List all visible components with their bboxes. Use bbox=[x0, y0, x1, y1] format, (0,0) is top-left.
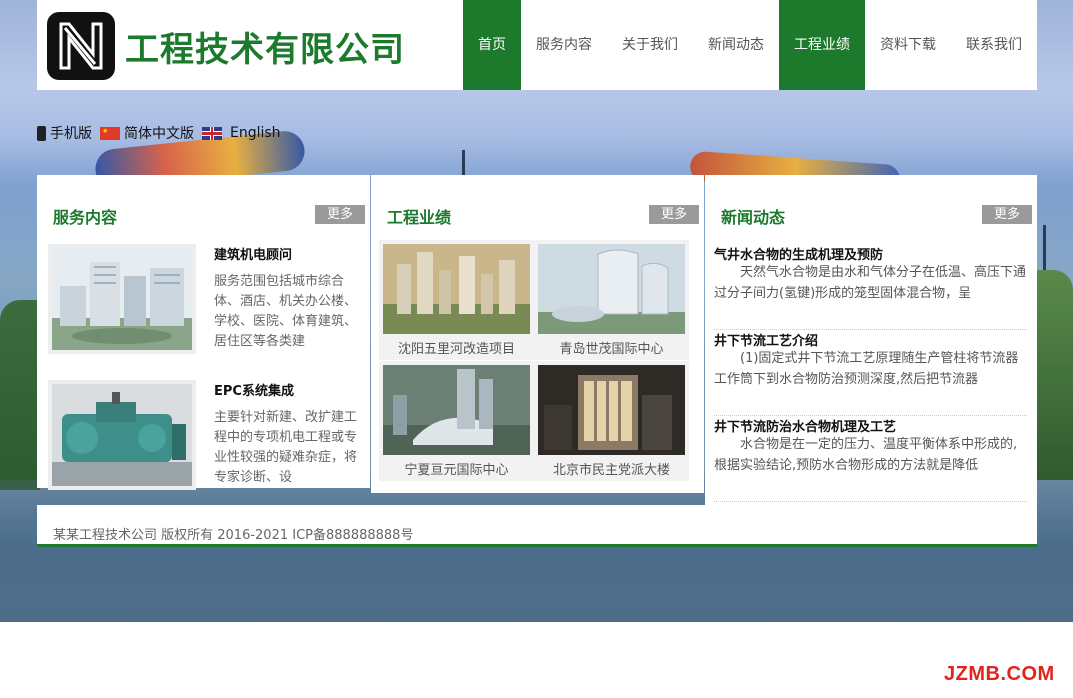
main-nav: 首页 服务内容 关于我们 新闻动态 工程业绩 资料下载 联系我们 bbox=[463, 0, 1037, 90]
site-header: 工程技术有限公司 首页 服务内容 关于我们 新闻动态 工程业绩 资料下载 联系我… bbox=[37, 0, 1037, 90]
project-caption[interactable]: 宁夏亘元国际中心 bbox=[379, 459, 534, 478]
project-card[interactable]: 青岛世茂国际中心 bbox=[534, 240, 689, 360]
site-footer: 某某工程技术公司 版权所有 2016-2021 ICP备888888888号 bbox=[37, 505, 1037, 547]
project-image[interactable] bbox=[538, 244, 685, 334]
project-caption[interactable]: 北京市民主党派大楼 bbox=[534, 459, 689, 478]
service-item[interactable]: 建筑机电顾问 服务范围包括城市综合体、酒店、机关办公楼、学校、医院、体育建筑、居… bbox=[48, 244, 366, 356]
project-caption[interactable]: 青岛世茂国际中心 bbox=[534, 338, 689, 357]
news-item-body: 天然气水合物是由水和气体分子在低温、高压下通过分子间力(氢键)形成的笼型固体混合… bbox=[714, 265, 1027, 301]
nav-contact[interactable]: 联系我们 bbox=[951, 0, 1037, 90]
service-item[interactable]: EPC系统集成 主要针对新建、改扩建工程中的专项机电工程或专业性较强的疑难杂症，… bbox=[48, 380, 366, 492]
news-item-title[interactable]: 井下节流防治水合物机理及工艺 bbox=[714, 416, 896, 435]
news-item[interactable]: 井下节流防治水合物机理及工艺 水合物是在一定的压力、温度平衡体系中形成的,根据实… bbox=[714, 416, 1027, 502]
nav-home[interactable]: 首页 bbox=[463, 0, 521, 90]
services-header: 服务内容 更多 bbox=[37, 203, 370, 227]
services-title: 服务内容 bbox=[53, 208, 118, 227]
news-item-title[interactable]: 气井水合物的生成机理及预防 bbox=[714, 244, 883, 263]
nav-projects[interactable]: 工程业绩 bbox=[779, 0, 865, 90]
nav-about[interactable]: 关于我们 bbox=[607, 0, 693, 90]
news-header: 新闻动态 更多 bbox=[705, 203, 1037, 227]
news-item[interactable]: 气井水合物的生成机理及预防 天然气水合物是由水和气体分子在低温、高压下通过分子间… bbox=[714, 244, 1027, 330]
trees-right bbox=[1035, 270, 1073, 480]
trees-left bbox=[0, 300, 40, 490]
mobile-version-link[interactable]: 手机版 bbox=[50, 123, 92, 143]
project-card[interactable]: 沈阳五里河改造项目 bbox=[379, 240, 534, 360]
watermark-logo: JZMB.COM bbox=[944, 663, 1055, 685]
nav-downloads[interactable]: 资料下载 bbox=[865, 0, 951, 90]
english-version-link[interactable]: English bbox=[230, 125, 281, 141]
project-card[interactable]: 宁夏亘元国际中心 bbox=[379, 361, 534, 481]
service-image-building[interactable] bbox=[48, 244, 196, 354]
project-image[interactable] bbox=[538, 365, 685, 455]
news-item-body: (1)固定式井下节流工艺原理随生产管柱将节流器工作筒下到水合物防治预测深度,然后… bbox=[714, 351, 1019, 387]
news-item[interactable]: 井下节流工艺介绍 (1)固定式井下节流工艺原理随生产管柱将节流器工作筒下到水合物… bbox=[714, 330, 1027, 416]
service-item-desc: 主要针对新建、改扩建工程中的专项机电工程或专业性较强的疑难杂症，将专家诊断、设 bbox=[214, 410, 358, 485]
nav-services[interactable]: 服务内容 bbox=[521, 0, 607, 90]
language-bar: 手机版 简体中文版 English bbox=[37, 123, 281, 143]
nav-news[interactable]: 新闻动态 bbox=[693, 0, 779, 90]
news-panel: 新闻动态 更多 气井水合物的生成机理及预防 天然气水合物是由水和气体分子在低温、… bbox=[705, 175, 1037, 505]
services-more-button[interactable]: 更多 bbox=[315, 205, 365, 224]
china-flag-icon bbox=[100, 126, 120, 140]
project-image[interactable] bbox=[383, 365, 530, 455]
projects-panel: 工程业绩 更多 沈阳五里河改造项目 青岛世茂国际中心 宁夏亘元国际中心 北京市民… bbox=[371, 175, 704, 493]
service-item-title[interactable]: 建筑机电顾问 bbox=[214, 244, 292, 263]
projects-header: 工程业绩 更多 bbox=[371, 203, 704, 227]
news-more-button[interactable]: 更多 bbox=[982, 205, 1032, 224]
news-title: 新闻动态 bbox=[721, 208, 786, 227]
copyright-text: 某某工程技术公司 版权所有 2016-2021 ICP备888888888号 bbox=[53, 528, 414, 543]
nfc-n-logo-icon[interactable] bbox=[47, 12, 115, 80]
mobile-phone-icon bbox=[37, 125, 46, 141]
services-panel: 服务内容 更多 建筑机电顾问 服务范围包括城市综合体、酒店、机关办公楼、学校、医… bbox=[37, 175, 370, 490]
projects-more-button[interactable]: 更多 bbox=[649, 205, 699, 224]
service-item-desc: 服务范围包括城市综合体、酒店、机关办公楼、学校、医院、体育建筑、居住区等各类建 bbox=[214, 274, 358, 349]
service-image-chiller[interactable] bbox=[48, 380, 196, 490]
news-item-title[interactable]: 井下节流工艺介绍 bbox=[714, 330, 818, 349]
chinese-version-link[interactable]: 简体中文版 bbox=[124, 123, 194, 143]
site-title[interactable]: 工程技术有限公司 bbox=[125, 22, 405, 71]
project-caption[interactable]: 沈阳五里河改造项目 bbox=[379, 338, 534, 357]
projects-title: 工程业绩 bbox=[387, 208, 452, 227]
project-image[interactable] bbox=[383, 244, 530, 334]
uk-flag-icon bbox=[202, 126, 222, 140]
service-item-title[interactable]: EPC系统集成 bbox=[214, 380, 294, 399]
news-item-body: 水合物是在一定的压力、温度平衡体系中形成的,根据实验结论,预防水合物形成的方法就… bbox=[714, 437, 1018, 473]
project-card[interactable]: 北京市民主党派大楼 bbox=[534, 361, 689, 481]
